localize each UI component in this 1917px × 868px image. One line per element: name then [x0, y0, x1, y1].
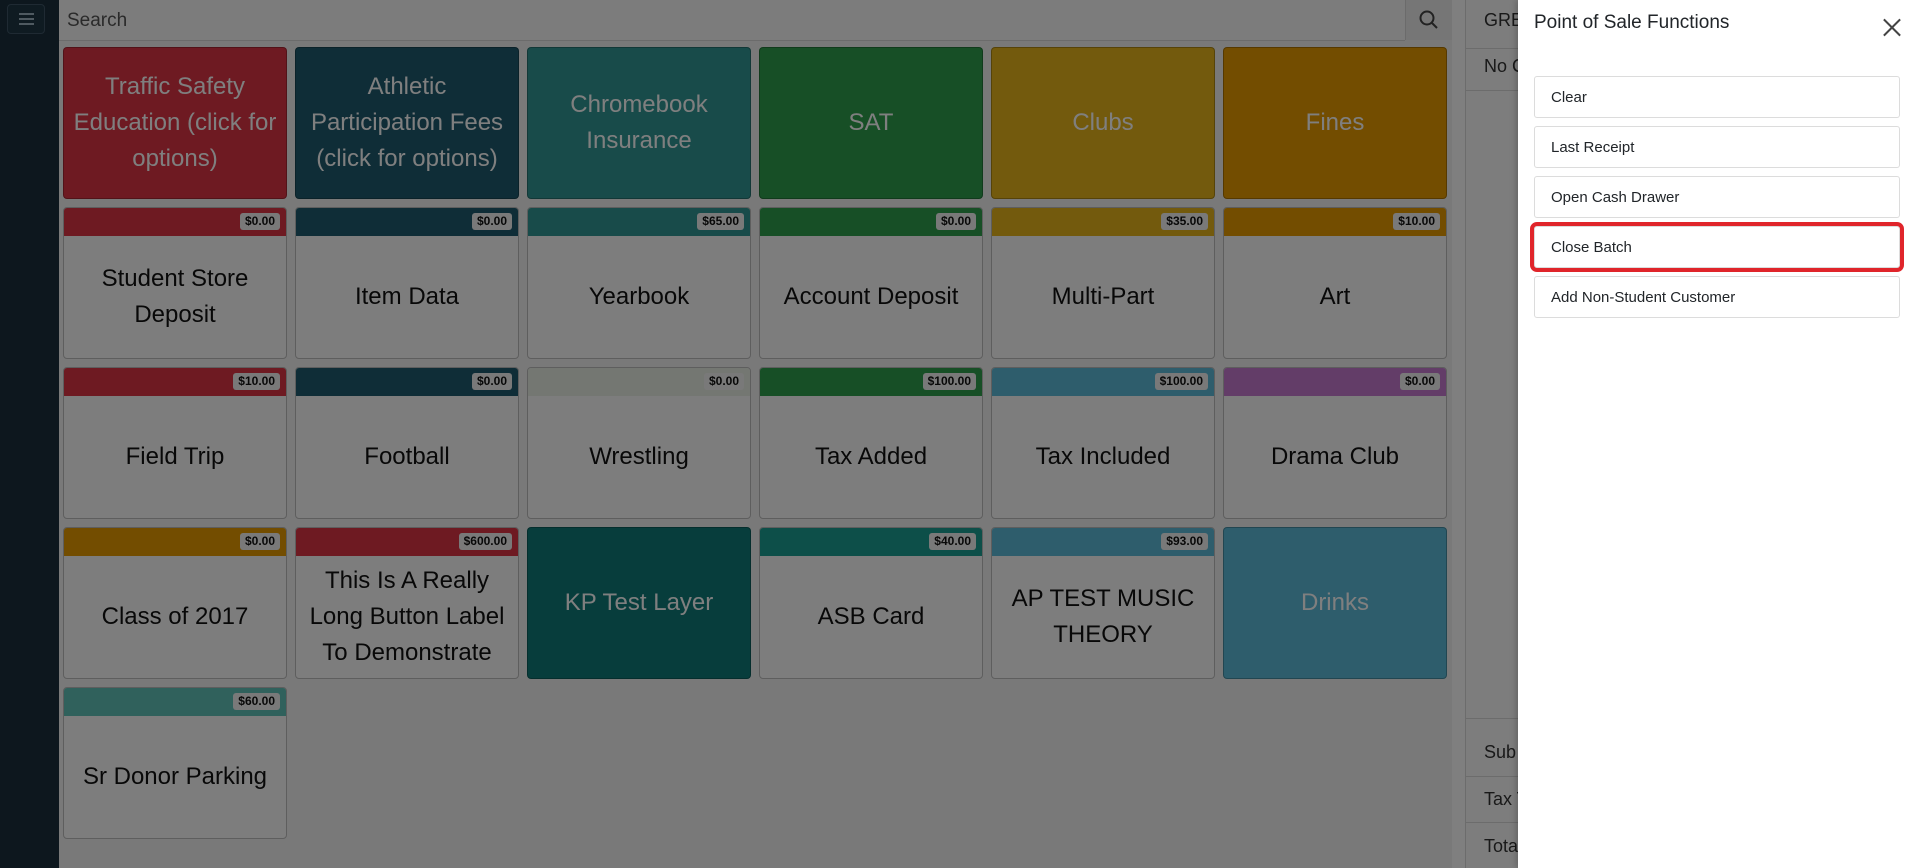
function-list: Clear Last Receipt Open Cash Drawer Clos…	[1530, 76, 1917, 326]
drawer-title: Point of Sale Functions	[1534, 12, 1730, 33]
close-batch-button[interactable]: Close Batch	[1530, 222, 1904, 272]
open-cash-drawer-button[interactable]: Open Cash Drawer	[1534, 176, 1900, 218]
last-receipt-button[interactable]: Last Receipt	[1534, 126, 1900, 168]
close-icon[interactable]	[1878, 14, 1906, 42]
clear-button[interactable]: Clear	[1534, 76, 1900, 118]
pos-functions-drawer: Point of Sale Functions Clear Last Recei…	[1518, 0, 1917, 868]
add-non-student-customer-button[interactable]: Add Non-Student Customer	[1534, 276, 1900, 318]
